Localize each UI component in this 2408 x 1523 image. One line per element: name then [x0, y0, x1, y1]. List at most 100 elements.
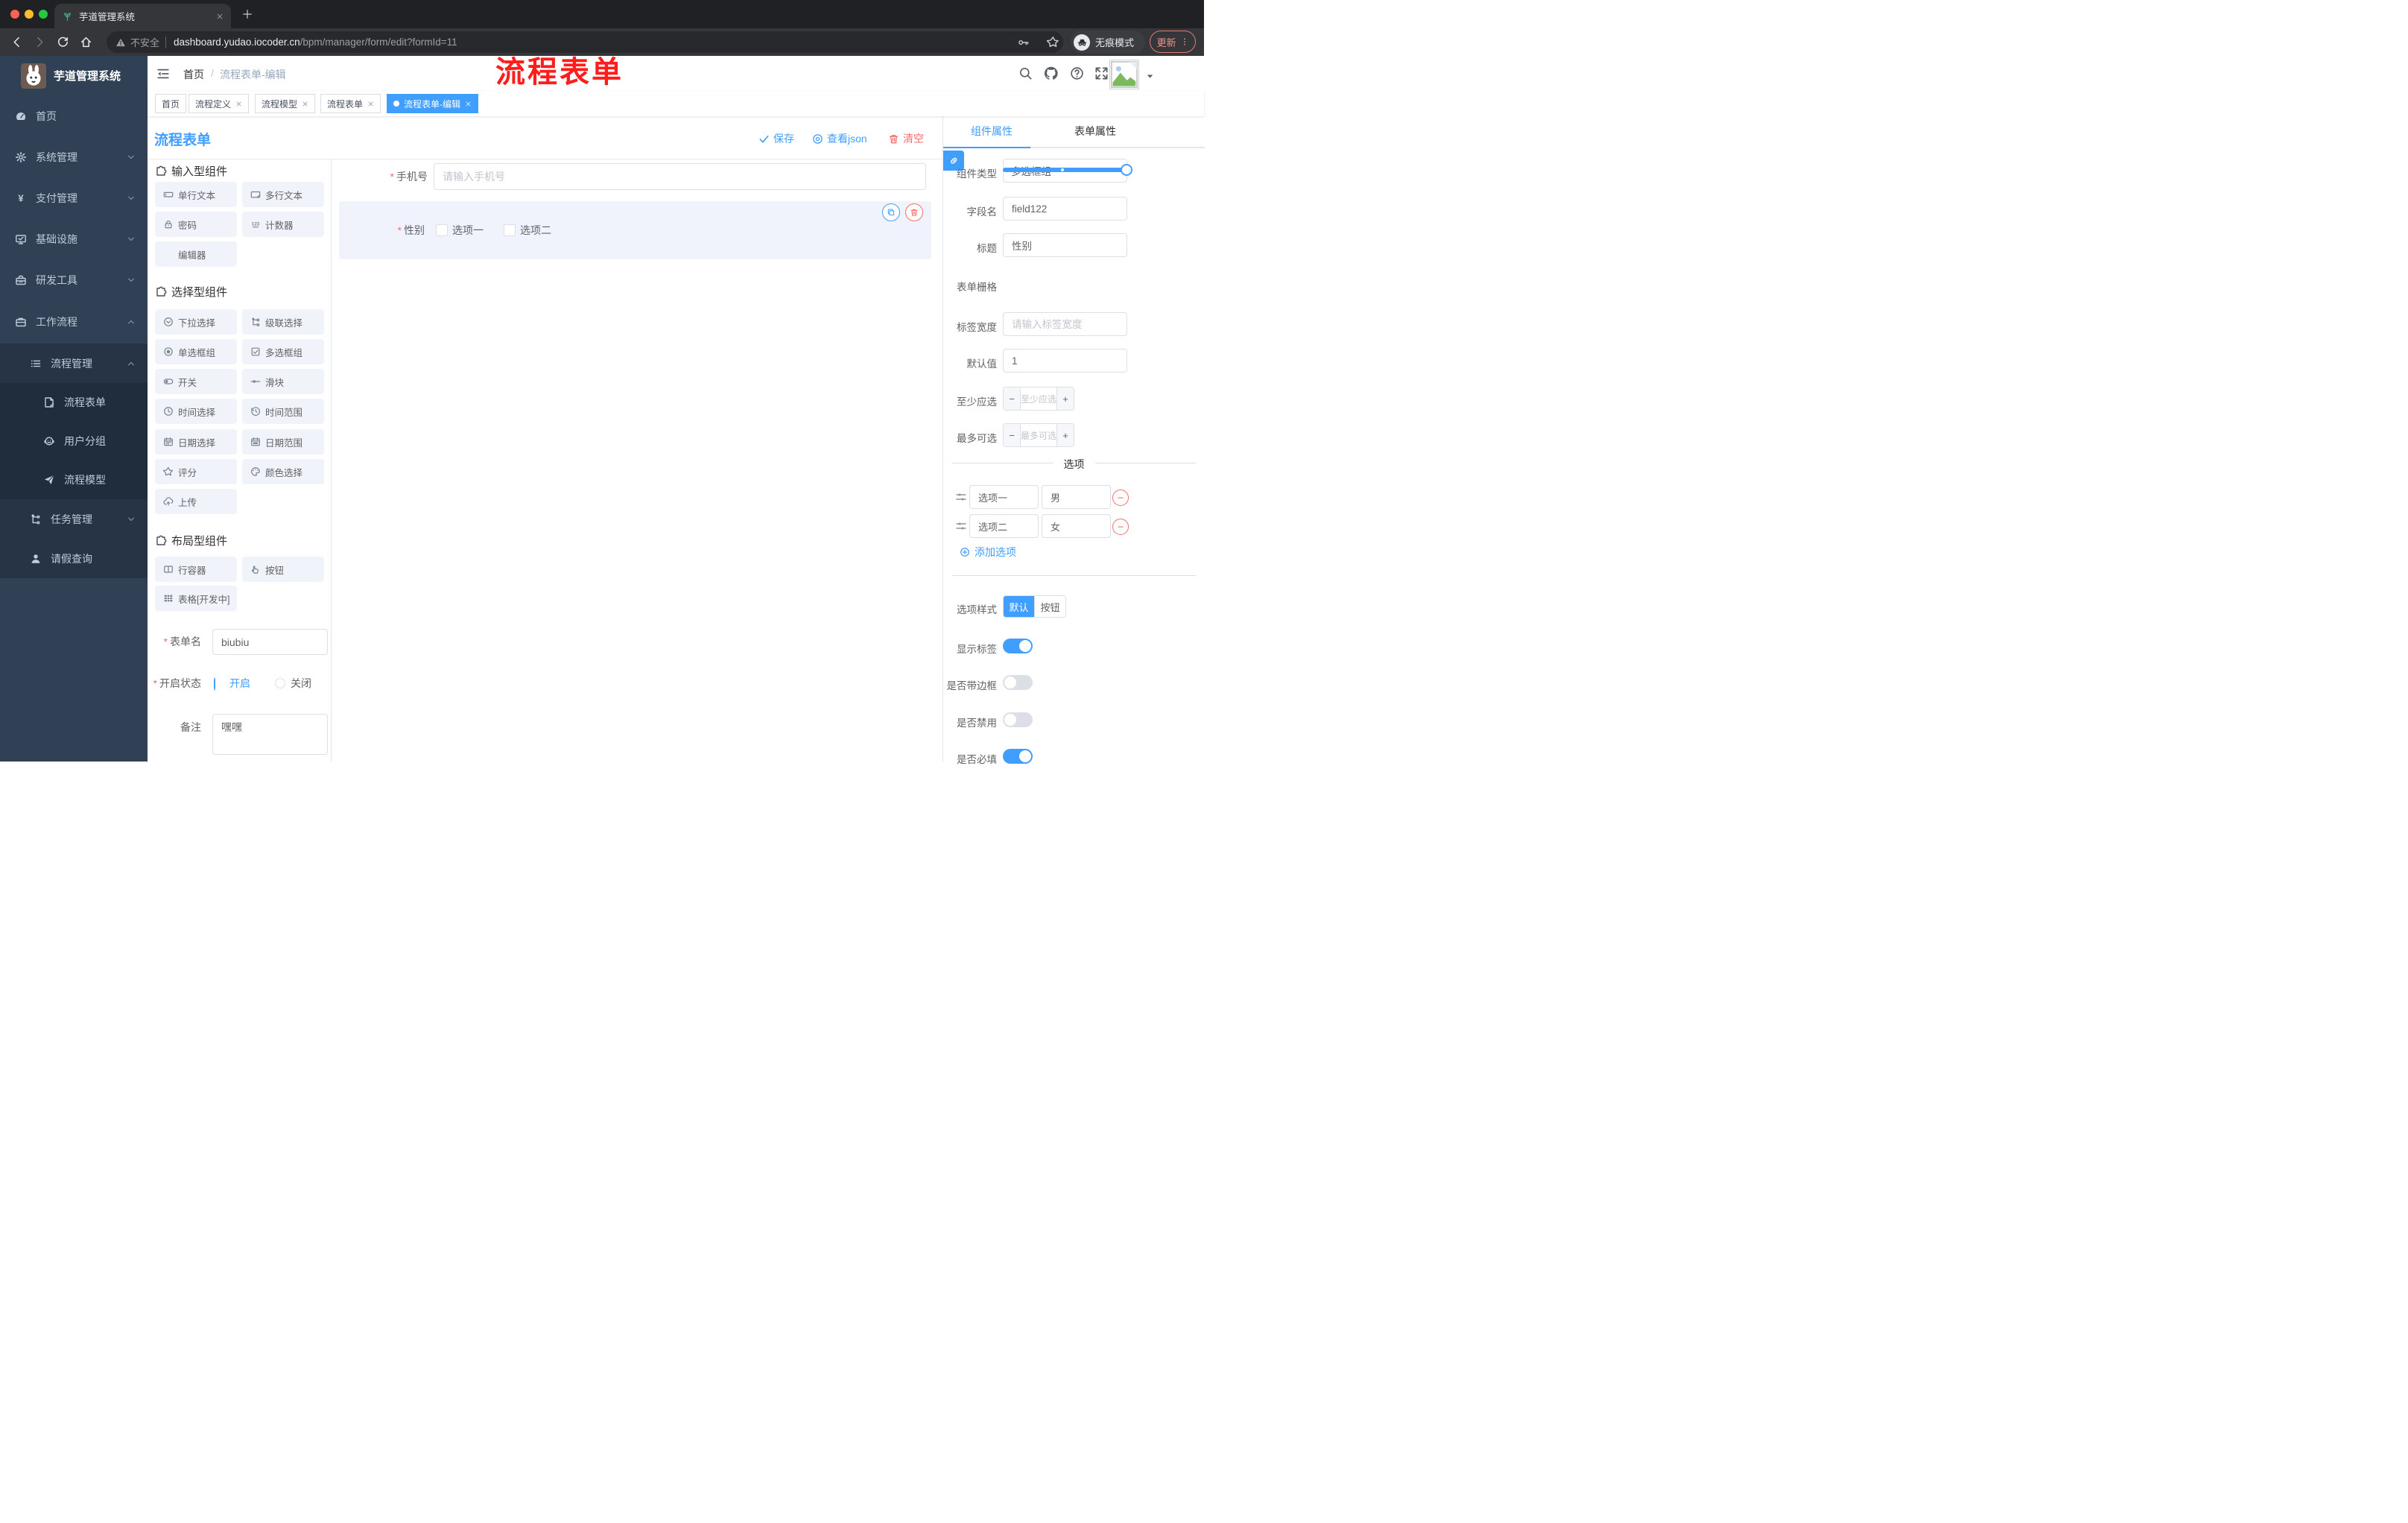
browser-update-button[interactable]: 更新: [1150, 31, 1196, 53]
palette-item-row-container[interactable]: 行容器: [155, 557, 237, 582]
sidebar-item-home[interactable]: 首页: [0, 95, 148, 136]
palette-item-time-picker[interactable]: 时间选择: [155, 399, 237, 424]
plus-button[interactable]: +: [1057, 424, 1074, 446]
palette-item-switch[interactable]: 开关: [155, 369, 237, 394]
tab-form-props[interactable]: 表单属性: [1074, 124, 1116, 139]
tag-tab-process-definition[interactable]: 流程定义: [188, 94, 250, 113]
tab-close-icon[interactable]: [216, 13, 224, 20]
status-on-radio[interactable]: [214, 677, 215, 691]
delete-component-button[interactable]: [905, 203, 923, 221]
gender-option2-label[interactable]: 选项二: [520, 225, 551, 235]
tag-tab-process-form-edit[interactable]: 流程表单-编辑: [387, 94, 478, 113]
home-icon[interactable]: [80, 36, 92, 48]
address-bar[interactable]: 不安全 dashboard.yudao.iocoder.cn /bpm/mana…: [107, 31, 1063, 53]
status-off-radio[interactable]: [275, 678, 285, 688]
palette-item-password[interactable]: 密码: [155, 212, 237, 237]
palette-item-cascader[interactable]: 级联选择: [242, 309, 324, 335]
minus-button[interactable]: −: [1004, 387, 1020, 410]
palette-item-rate[interactable]: 评分: [155, 459, 237, 484]
disabled-toggle[interactable]: [1003, 712, 1033, 727]
drag-handle-icon[interactable]: [955, 520, 967, 532]
palette-item-upload[interactable]: 上传: [155, 489, 237, 514]
form-grid-slider[interactable]: [1003, 164, 1132, 176]
sidebar-item-process-management[interactable]: 流程管理: [0, 343, 148, 383]
tag-tab-process-form[interactable]: 流程表单: [320, 94, 381, 113]
option2-label-input[interactable]: [969, 514, 1039, 538]
gender-option1-checkbox[interactable]: [436, 224, 448, 236]
phone-input[interactable]: [434, 163, 926, 190]
reload-icon[interactable]: [57, 36, 69, 48]
palette-item-slider[interactable]: 滑块: [242, 369, 324, 394]
tag-tab-process-model[interactable]: 流程模型: [255, 94, 316, 113]
search-icon[interactable]: [1018, 66, 1033, 80]
palette-item-single-text[interactable]: 单行文本: [155, 182, 237, 207]
browser-menu-icon[interactable]: [1180, 37, 1189, 46]
show-label-toggle[interactable]: [1003, 639, 1033, 653]
save-button[interactable]: 保存: [758, 131, 794, 146]
option1-label-input[interactable]: [969, 485, 1039, 509]
breadcrumb-home[interactable]: 首页: [183, 67, 204, 82]
style-default-button[interactable]: 默认: [1004, 596, 1034, 617]
option1-value-input[interactable]: [1042, 485, 1111, 509]
remove-option1-button[interactable]: [1112, 490, 1129, 506]
view-json-button[interactable]: 查看json: [812, 131, 867, 146]
palette-item-select[interactable]: 下拉选择: [155, 309, 237, 335]
palette-item-color-picker[interactable]: 颜色选择: [242, 459, 324, 484]
sidebar-item-process-form[interactable]: 流程表单: [0, 383, 148, 422]
sidebar-item-infrastructure[interactable]: 基础设施: [0, 218, 148, 259]
sidebar-item-task-management[interactable]: 任务管理: [0, 499, 148, 539]
gender-option1-label[interactable]: 选项一: [452, 225, 484, 235]
back-icon[interactable]: [10, 36, 23, 48]
avatar[interactable]: [1109, 60, 1139, 89]
status-on-label[interactable]: 开启: [229, 678, 250, 688]
form-name-input[interactable]: [212, 629, 328, 655]
clear-button[interactable]: 清空: [888, 131, 924, 146]
palette-item-date-range[interactable]: 日期范围: [242, 429, 324, 455]
required-toggle[interactable]: [1003, 749, 1033, 764]
window-close-button[interactable]: [10, 10, 19, 19]
not-secure-warning-icon[interactable]: [115, 37, 126, 48]
browser-tab[interactable]: 芋道管理系统: [54, 4, 231, 28]
palette-item-checkbox-group[interactable]: 多选框组: [242, 339, 324, 364]
sidebar-item-system[interactable]: 系统管理: [0, 136, 148, 177]
field-name-input[interactable]: [1003, 197, 1127, 221]
label-width-input[interactable]: [1003, 312, 1127, 336]
sidebar-item-devtools[interactable]: 研发工具: [0, 259, 148, 300]
sidebar-item-leave-query[interactable]: 请假查询: [0, 539, 148, 578]
window-zoom-button[interactable]: [39, 10, 48, 19]
remove-option2-button[interactable]: [1112, 519, 1129, 535]
slider-handle[interactable]: [1121, 164, 1132, 176]
sidebar-item-process-model[interactable]: 流程模型: [0, 460, 148, 499]
sidebar-item-workflow[interactable]: 工作流程: [0, 300, 148, 343]
gender-option2-checkbox[interactable]: [504, 224, 516, 236]
palette-item-counter[interactable]: 123 计数器: [242, 212, 324, 237]
sidebar-collapse-icon[interactable]: [156, 67, 170, 80]
palette-item-table[interactable]: 表格[开发中]: [155, 586, 237, 611]
status-off-label[interactable]: 关闭: [291, 678, 311, 688]
palette-item-radio-group[interactable]: 单选框组: [155, 339, 237, 364]
default-value-input[interactable]: [1003, 349, 1127, 373]
palette-item-time-range[interactable]: 时间范围: [242, 399, 324, 424]
minus-button[interactable]: −: [1004, 424, 1020, 446]
title-input[interactable]: [1003, 233, 1127, 257]
github-icon[interactable]: [1043, 66, 1059, 81]
sidebar-item-user-group[interactable]: 用户分组: [0, 422, 148, 460]
forward-icon[interactable]: [34, 36, 46, 48]
plus-button[interactable]: +: [1057, 387, 1074, 410]
palette-item-date-picker[interactable]: 日期选择: [155, 429, 237, 455]
remark-textarea[interactable]: 嘿嘿: [212, 714, 328, 755]
max-select-stepper[interactable]: − 最多可选 +: [1003, 423, 1074, 447]
drag-handle-icon[interactable]: [955, 491, 967, 503]
palette-item-editor[interactable]: 编辑器: [155, 241, 237, 267]
new-tab-button[interactable]: [242, 9, 253, 19]
password-key-icon[interactable]: [1018, 37, 1030, 48]
palette-item-multi-text[interactable]: 多行文本: [242, 182, 324, 207]
selected-component-gender[interactable]: * 性别 选项一 选项二: [339, 201, 931, 259]
close-icon[interactable]: [367, 101, 374, 107]
sidebar-item-payment[interactable]: ¥ 支付管理: [0, 177, 148, 218]
avatar-caret-down-icon[interactable]: [1146, 72, 1154, 80]
bookmark-star-icon[interactable]: [1047, 36, 1059, 48]
copy-component-button[interactable]: [882, 203, 900, 221]
min-select-stepper[interactable]: − 至少应选 +: [1003, 387, 1074, 411]
palette-item-button[interactable]: 按钮: [242, 557, 324, 582]
